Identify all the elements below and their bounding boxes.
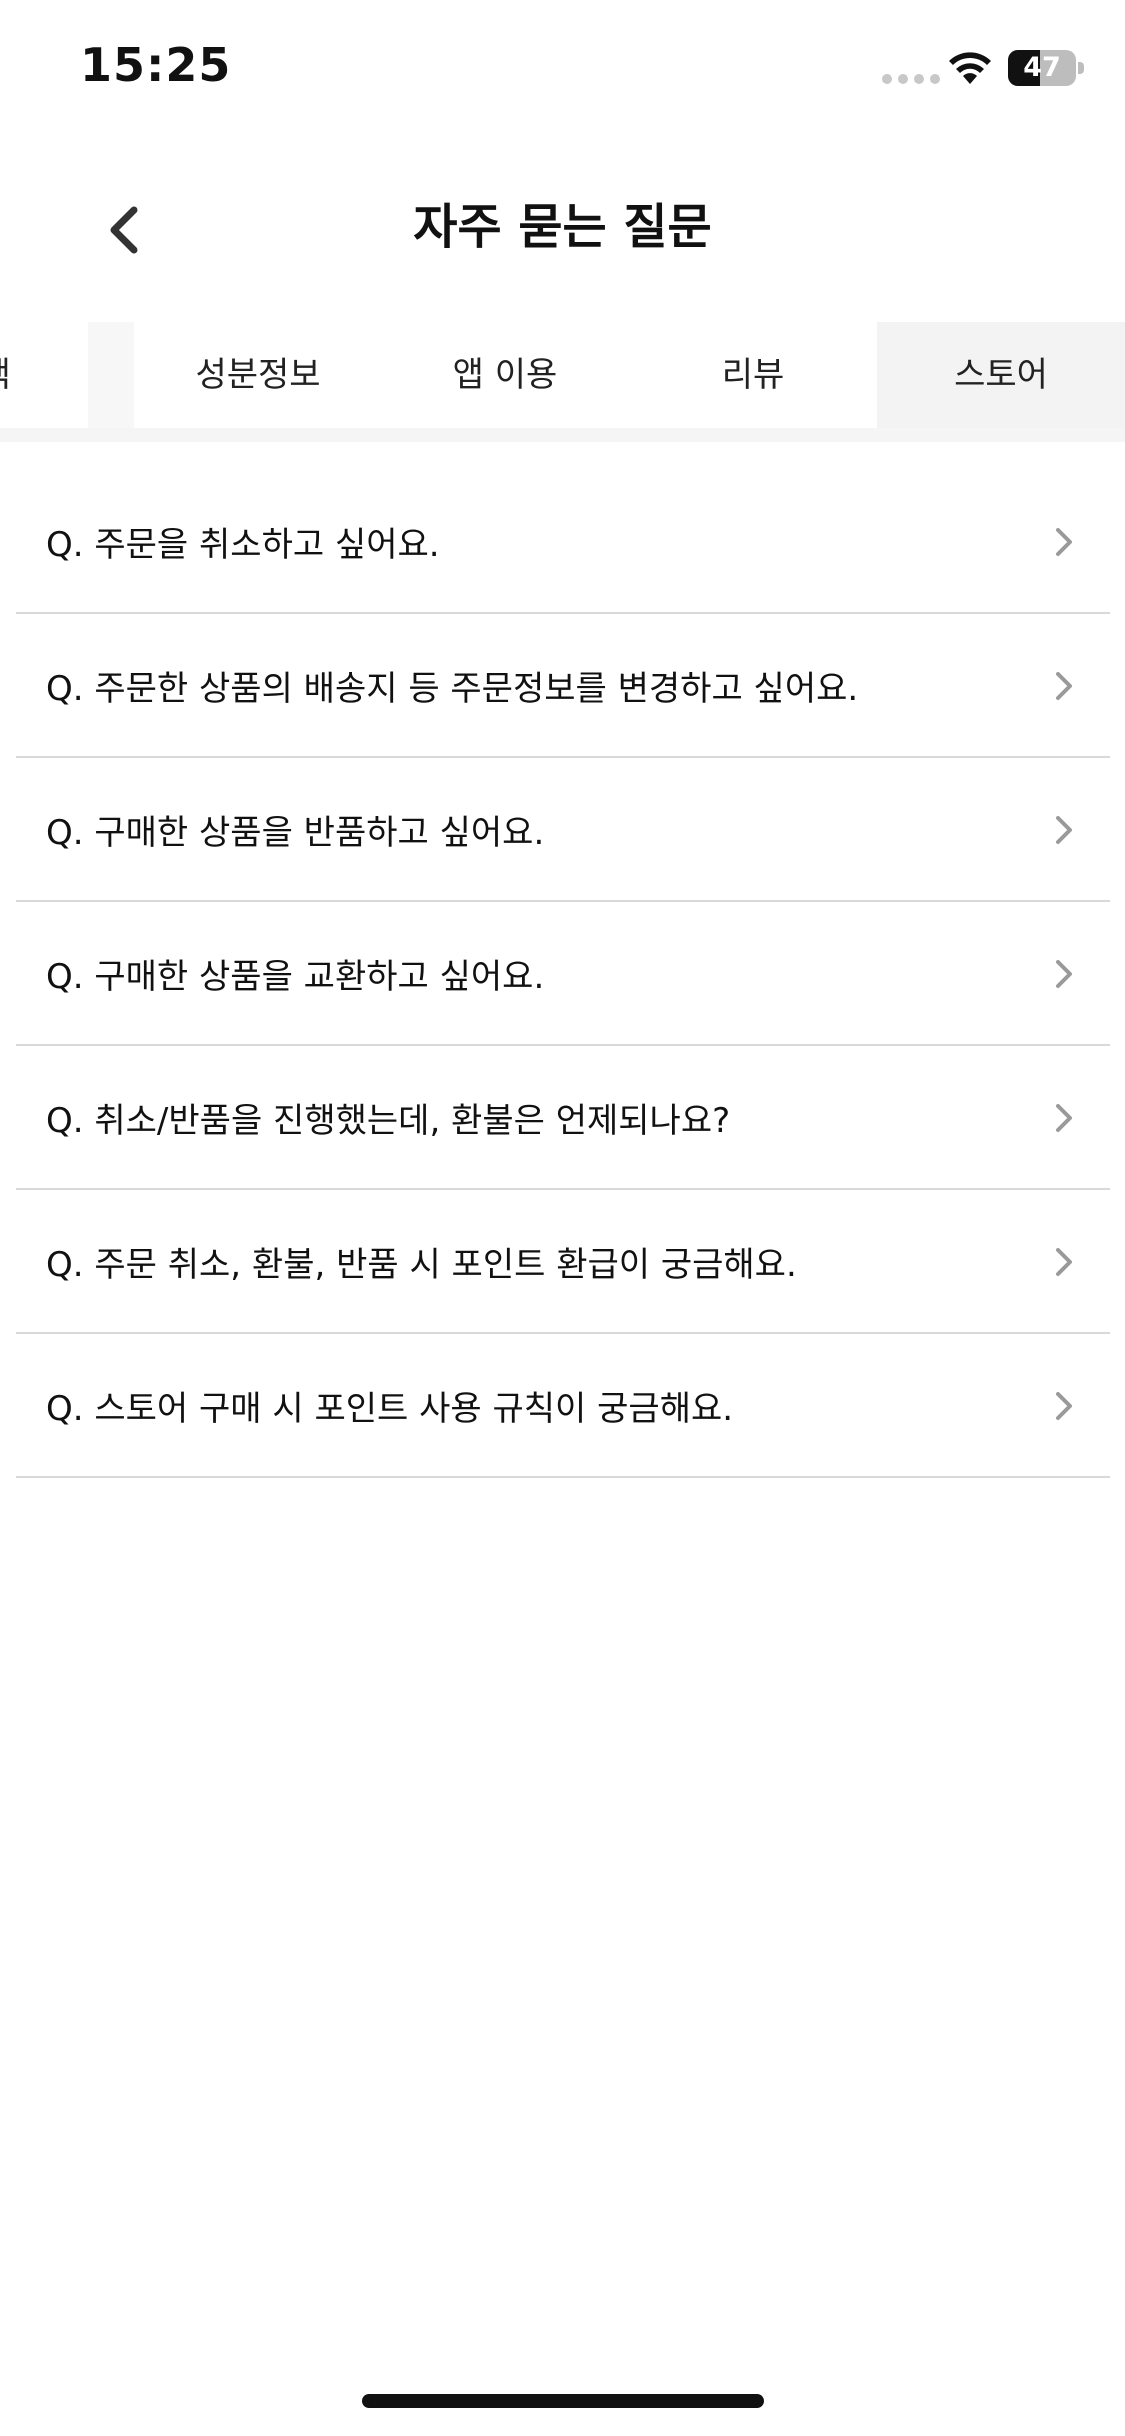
faq-item[interactable]: Q. 스토어 구매 시 포인트 사용 규칙이 궁금해요. [16, 1334, 1110, 1478]
status-time: 15:25 [80, 38, 232, 92]
faq-item[interactable]: Q. 구매한 상품을 교환하고 싶어요. [16, 902, 1110, 1046]
faq-question: Q. 주문 취소, 환불, 반품 시 포인트 환급이 궁금해요. [46, 1244, 797, 1285]
wifi-icon [949, 52, 991, 84]
tab-store[interactable]: 스토어 [877, 322, 1125, 428]
faq-item[interactable]: Q. 취소/반품을 진행했는데, 환불은 언제되나요? [16, 1046, 1110, 1190]
faq-item[interactable]: Q. 주문을 취소하고 싶어요. [16, 470, 1110, 614]
faq-question: Q. 취소/반품을 진행했는데, 환불은 언제되나요? [46, 1100, 731, 1141]
category-tabs: 정정책 성분정보 앱 이용 리뷰 스토어 [0, 322, 1125, 428]
tab-ingredients[interactable]: 성분정보 [134, 322, 382, 428]
faq-item[interactable]: Q. 구매한 상품을 반품하고 싶어요. [16, 758, 1110, 902]
chevron-right-icon [1056, 816, 1072, 844]
faq-item[interactable]: Q. 주문한 상품의 배송지 등 주문정보를 변경하고 싶어요. [16, 614, 1110, 758]
chevron-left-icon [110, 206, 138, 254]
header: 자주 묻는 질문 [0, 160, 1125, 295]
faq-list: Q. 주문을 취소하고 싶어요. Q. 주문한 상품의 배송지 등 주문정보를 … [16, 470, 1110, 1478]
tab-reviews[interactable]: 리뷰 [629, 322, 877, 428]
tab-policy[interactable]: 정정책 [0, 322, 88, 428]
status-bar: 15:25 47 [0, 0, 1125, 140]
chevron-right-icon [1056, 1392, 1072, 1420]
tab-app-usage[interactable]: 앱 이용 [381, 322, 629, 428]
cellular-signal-icon [882, 74, 940, 84]
chevron-right-icon [1056, 1104, 1072, 1132]
tabs-divider [0, 428, 1125, 442]
faq-question: Q. 주문을 취소하고 싶어요. [46, 524, 440, 565]
battery-icon: 47 [1008, 50, 1084, 86]
faq-question: Q. 스토어 구매 시 포인트 사용 규칙이 궁금해요. [46, 1388, 734, 1429]
back-button[interactable] [84, 190, 164, 270]
faq-question: Q. 구매한 상품을 교환하고 싶어요. [46, 956, 545, 997]
chevron-right-icon [1056, 1248, 1072, 1276]
faq-question: Q. 구매한 상품을 반품하고 싶어요. [46, 812, 545, 853]
faq-item[interactable]: Q. 주문 취소, 환불, 반품 시 포인트 환급이 궁금해요. [16, 1190, 1110, 1334]
chevron-right-icon [1056, 672, 1072, 700]
chevron-right-icon [1056, 528, 1072, 556]
faq-question: Q. 주문한 상품의 배송지 등 주문정보를 변경하고 싶어요. [46, 668, 859, 709]
battery-percent: 47 [1023, 52, 1061, 83]
page-title: 자주 묻는 질문 [413, 199, 712, 255]
home-indicator[interactable] [362, 2394, 764, 2408]
chevron-right-icon [1056, 960, 1072, 988]
